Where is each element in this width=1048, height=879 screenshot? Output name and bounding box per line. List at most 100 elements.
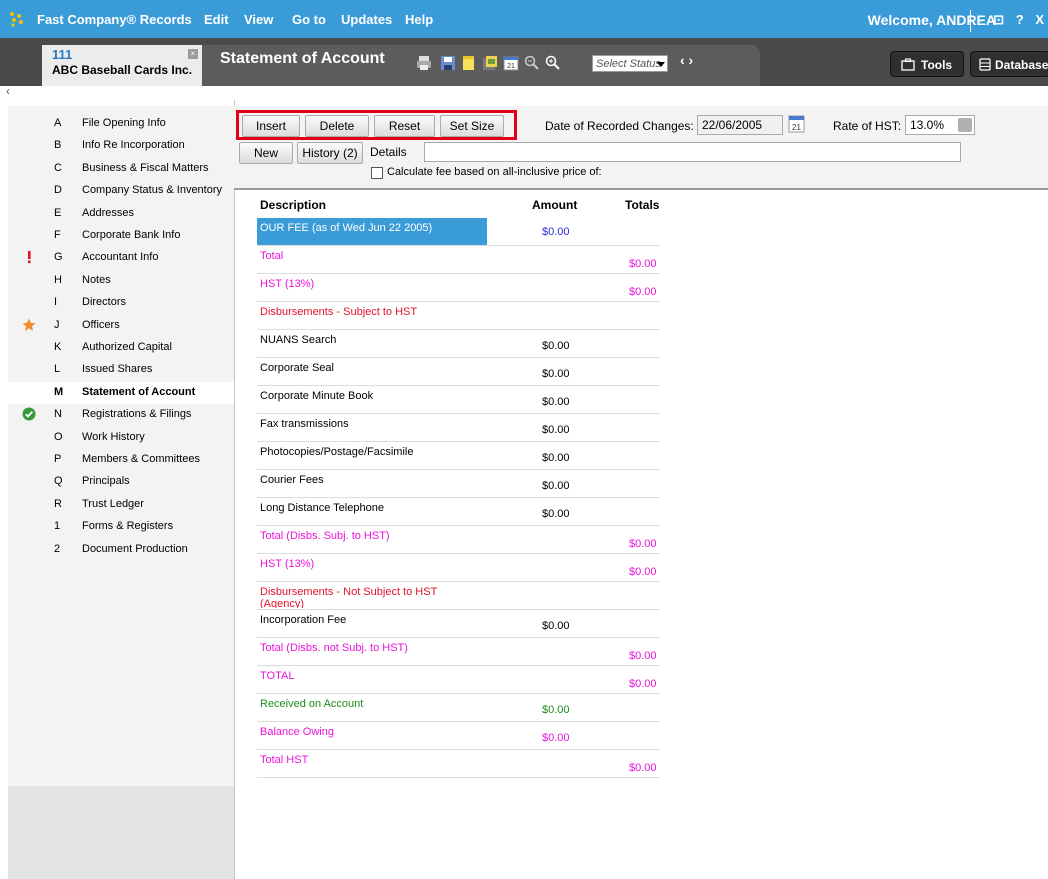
hst-rate-value: 13.0%: [910, 118, 945, 132]
table-row[interactable]: Fax transmissions $0.00: [257, 414, 660, 442]
table-row[interactable]: Balance Owing $0.00: [257, 722, 660, 750]
sidebar-item-letter: O: [54, 430, 63, 443]
sidebar-item-letter: M: [54, 385, 64, 398]
sidebar-item-file-opening-info[interactable]: A File Opening Info: [8, 113, 234, 135]
table-row[interactable]: Long Distance Telephone $0.00: [257, 498, 660, 526]
row-amount[interactable]: $0.00: [542, 704, 570, 716]
new-button[interactable]: New: [239, 142, 293, 164]
row-amount[interactable]: $0.00: [542, 396, 570, 408]
table-row[interactable]: HST (13%) $0.00: [257, 554, 660, 582]
row-amount[interactable]: $0.00: [542, 620, 570, 632]
table-row[interactable]: OUR FEE (as of Wed Jun 22 2005) $0.00: [257, 218, 660, 246]
table-row[interactable]: Total $0.00: [257, 246, 660, 274]
hst-rate-select[interactable]: 13.0%: [905, 115, 975, 135]
tools-button[interactable]: Tools: [890, 51, 964, 77]
sidebar-item-registrations-filings[interactable]: N Registrations & Filings: [8, 404, 234, 426]
collapse-sidebar-icon[interactable]: ‹: [6, 84, 10, 98]
row-amount[interactable]: $0.00: [542, 452, 570, 464]
sidebar-item-issued-shares[interactable]: L Issued Shares: [8, 359, 234, 381]
sidebar-item-officers[interactable]: J Officers: [8, 315, 234, 337]
table-row[interactable]: HST (13%) $0.00: [257, 274, 660, 302]
sidebar-item-trust-ledger[interactable]: R Trust Ledger: [8, 494, 234, 516]
sidebar-item-accountant-info[interactable]: G Accountant Info: [8, 247, 234, 269]
close-file-icon[interactable]: ×: [188, 49, 198, 59]
sidebar-item-authorized-capital[interactable]: K Authorized Capital: [8, 337, 234, 359]
table-row[interactable]: Courier Fees $0.00: [257, 470, 660, 498]
table-row[interactable]: Corporate Seal $0.00: [257, 358, 660, 386]
table-row[interactable]: TOTAL $0.00: [257, 666, 660, 694]
row-amount[interactable]: $0.00: [542, 508, 570, 520]
sidebar-item-notes[interactable]: H Notes: [8, 270, 234, 292]
zoom-out-icon[interactable]: [524, 55, 540, 71]
sidebar-item-label: Addresses: [82, 206, 134, 219]
row-description: Long Distance Telephone: [260, 502, 384, 514]
table-row[interactable]: NUANS Search $0.00: [257, 330, 660, 358]
row-amount[interactable]: $0.00: [542, 732, 570, 744]
table-row[interactable]: Total (Disbs. Subj. to HST) $0.00: [257, 526, 660, 554]
sidebar-item-directors[interactable]: I Directors: [8, 292, 234, 314]
sidebar-item-label: Authorized Capital: [82, 341, 172, 353]
table-row[interactable]: Disbursements - Not Subject to HST (Agen…: [257, 582, 660, 610]
table-row[interactable]: Corporate Minute Book $0.00: [257, 386, 660, 414]
row-amount[interactable]: $0.00: [542, 340, 570, 352]
sidebar-item-members-committees[interactable]: P Members & Committees: [8, 449, 234, 471]
sidebar-item-info-re-incorporation[interactable]: B Info Re Incorporation: [8, 135, 234, 157]
table-row[interactable]: Total HST $0.00: [257, 750, 660, 778]
window-controls-label[interactable]: - ⊡ ? X: [977, 12, 1048, 27]
window-controls[interactable]: - ⊡ ? X: [970, 0, 1048, 40]
table-row[interactable]: Total (Disbs. not Subj. to HST) $0.00: [257, 638, 660, 666]
file-tab[interactable]: 111 ABC Baseball Cards Inc. ×: [42, 45, 202, 86]
status-select[interactable]: Select Status: [592, 55, 668, 72]
sidebar-item-letter: K: [54, 341, 62, 353]
row-description: Total (Disbs. Subj. to HST): [260, 530, 390, 542]
svg-text:21: 21: [507, 63, 515, 70]
sidebar-item-label: Business & Fiscal Matters: [82, 161, 209, 174]
menu-updates[interactable]: Updates: [341, 0, 392, 38]
row-amount[interactable]: $0.00: [542, 480, 570, 492]
zoom-in-icon[interactable]: [545, 55, 561, 71]
row-amount[interactable]: $0.00: [542, 424, 570, 436]
documents-icon[interactable]: [482, 55, 498, 71]
sidebar-item-corporate-bank-info[interactable]: F Corporate Bank Info: [8, 225, 234, 247]
record-nav-arrows[interactable]: ‹ ›: [680, 52, 693, 68]
page-title: Statement of Account: [220, 50, 385, 67]
details-input[interactable]: [424, 142, 961, 162]
menu-goto[interactable]: Go to: [292, 0, 326, 38]
sidebar-item-company-status-inventory[interactable]: D Company Status & Inventory: [8, 180, 234, 202]
calendar-icon[interactable]: 21: [503, 55, 519, 71]
menu-app[interactable]: Fast Company® Records: [37, 0, 192, 38]
databases-button[interactable]: Databases: [970, 51, 1048, 77]
menu-help[interactable]: Help: [405, 0, 433, 38]
sidebar-item-document-production[interactable]: 2 Document Production: [8, 539, 234, 561]
row-description: Disbursements - Subject to HST: [260, 306, 418, 318]
sidebar-item-letter: L: [54, 363, 61, 376]
note-icon[interactable]: [461, 55, 477, 71]
hst-rate-label: Rate of HST:: [833, 119, 902, 133]
date-picker-icon[interactable]: 21: [788, 115, 805, 133]
menu-edit[interactable]: Edit: [204, 0, 229, 38]
calendar-day: 21: [792, 123, 801, 132]
table-row[interactable]: Disbursements - Subject to HST: [257, 302, 660, 330]
menu-view[interactable]: View: [244, 0, 273, 38]
row-description: Total HST: [260, 754, 309, 766]
sidebar-item-work-history[interactable]: O Work History: [8, 427, 234, 449]
row-amount[interactable]: $0.00: [542, 368, 570, 380]
print-icon[interactable]: [416, 55, 432, 71]
sidebar-item-statement-of-account[interactable]: M Statement of Account: [8, 381, 234, 404]
sidebar-item-business-fiscal-matters[interactable]: C Business & Fiscal Matters: [8, 158, 234, 180]
table-row[interactable]: Photocopies/Postage/Facsimile $0.00: [257, 442, 660, 470]
sidebar-item-addresses[interactable]: E Addresses: [8, 203, 234, 225]
sidebar-item-letter: E: [54, 206, 62, 219]
table-row[interactable]: Received on Account $0.00: [257, 694, 660, 722]
table-row[interactable]: Incorporation Fee $0.00: [257, 610, 660, 638]
status-select-value: Select Status: [596, 58, 661, 70]
calc-fee-checkbox[interactable]: [371, 167, 383, 179]
date-field[interactable]: 22/06/2005: [697, 115, 783, 135]
sidebar-item-forms-registers[interactable]: 1 Forms & Registers: [8, 516, 234, 538]
history-button[interactable]: History (2): [297, 142, 363, 164]
sidebar-item-principals[interactable]: Q Principals: [8, 471, 234, 493]
save-icon[interactable]: [440, 55, 456, 71]
sidebar-item-label: File Opening Info: [82, 117, 166, 129]
row-description: Incorporation Fee: [260, 614, 347, 626]
row-amount[interactable]: $0.00: [542, 226, 570, 238]
